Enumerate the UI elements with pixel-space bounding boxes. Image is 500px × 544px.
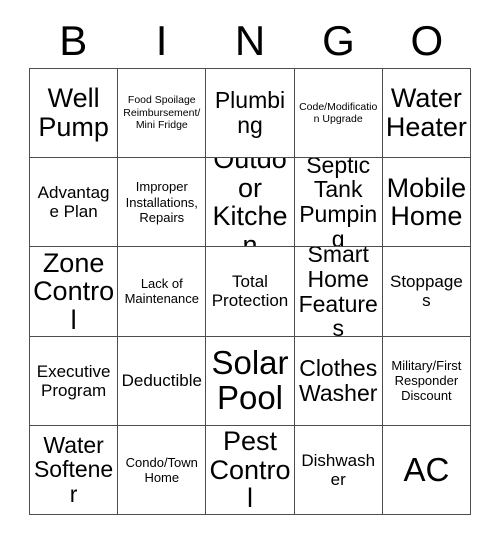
bingo-cell[interactable]: Pest Control	[206, 425, 295, 515]
bingo-cell-label: Executive Program	[36, 361, 111, 400]
bingo-cell-label: Well Pump	[38, 83, 109, 143]
bingo-header-letter-g: G	[322, 17, 355, 64]
bingo-cell[interactable]: Water Softener	[30, 425, 119, 515]
bingo-cell[interactable]: Smart Home Features	[294, 247, 383, 337]
bingo-cell[interactable]: Deductible	[118, 336, 207, 426]
bingo-cell-label: Pest Control	[209, 425, 291, 514]
bingo-cell[interactable]: Improper Installations, Repairs	[118, 158, 207, 248]
bingo-cell-label: Zone Control	[33, 247, 115, 335]
bingo-header-row: B I N G O	[29, 14, 471, 68]
bingo-cell[interactable]: Plumbing	[206, 69, 295, 159]
bingo-cell[interactable]: Septic Tank Pumping	[294, 158, 383, 248]
bingo-cell[interactable]: AC	[382, 425, 471, 515]
bingo-cell-label: Food Spoilage Reimbursement/ Mini Fridge	[123, 94, 201, 132]
bingo-cell-label: Deductible	[121, 371, 202, 391]
bingo-cell-label: Outdoor Kitchen	[212, 158, 288, 248]
bingo-cell[interactable]: Zone Control	[30, 247, 119, 337]
bingo-cell[interactable]: Stoppages	[382, 247, 471, 337]
bingo-cell-label: Lack of Maintenance	[124, 276, 200, 307]
bingo-header-letter-n: N	[234, 17, 266, 64]
bingo-grid: Well Pump Food Spoilage Reimbursement/ Mi…	[29, 68, 471, 515]
bingo-cell-label: Solar Pool	[211, 344, 289, 416]
bingo-cell[interactable]: Well Pump	[30, 69, 119, 159]
bingo-cell-label: Water Softener	[33, 431, 114, 508]
bingo-cell[interactable]: Food Spoilage Reimbursement/ Mini Fridge	[118, 69, 207, 159]
bingo-cell[interactable]: Lack of Maintenance	[118, 247, 207, 337]
bingo-cell-label: Advantage Plan	[37, 183, 110, 222]
bingo-cell-label: Plumbing	[214, 87, 286, 139]
bingo-cell-label: Clothes Washer	[299, 354, 378, 406]
bingo-cell-label: Improper Installations, Repairs	[125, 179, 198, 225]
bingo-cell-label: Military/First Responder Discount	[391, 357, 462, 404]
bingo-cell-label: Stoppages	[389, 272, 463, 311]
bingo-header-letter-o: O	[410, 17, 444, 64]
bingo-cell[interactable]: Outdoor Kitchen	[206, 158, 295, 248]
bingo-cell-label: Smart Home Features	[298, 247, 378, 337]
bingo-cell-label: Septic Tank Pumping	[299, 158, 378, 248]
bingo-cell-label: Code/Modification Upgrade	[299, 100, 378, 126]
bingo-cell[interactable]: Water Heater	[382, 69, 471, 159]
bingo-cell[interactable]: Dishwasher	[294, 425, 383, 515]
bingo-cell[interactable]: Military/First Responder Discount	[382, 336, 471, 426]
bingo-cell-label: Water Heater	[385, 83, 467, 143]
bingo-header-letter-b: B	[59, 17, 88, 64]
bingo-cell-label: Total Protection	[211, 272, 289, 311]
bingo-cell-label: Dishwasher	[301, 450, 376, 489]
bingo-cell[interactable]: Executive Program	[30, 336, 119, 426]
bingo-cell[interactable]: Solar Pool	[206, 336, 295, 426]
bingo-cell[interactable]: Total Protection	[206, 247, 295, 337]
bingo-cell[interactable]: Condo/Town Home	[118, 425, 207, 515]
bingo-cell[interactable]: Mobile Home	[382, 158, 471, 248]
bingo-cell-label: Mobile Home	[386, 172, 467, 232]
bingo-cell[interactable]: Advantage Plan	[30, 158, 119, 248]
bingo-cell-label: Condo/Town Home	[125, 454, 198, 485]
bingo-cell[interactable]: Code/Modification Upgrade	[294, 69, 383, 159]
bingo-cell-label: AC	[403, 450, 450, 488]
bingo-header-letter-i: I	[155, 17, 168, 64]
bingo-card: B I N G O Well Pump Food Spoilage Reimbur…	[0, 0, 500, 544]
bingo-cell[interactable]: Clothes Washer	[294, 336, 383, 426]
